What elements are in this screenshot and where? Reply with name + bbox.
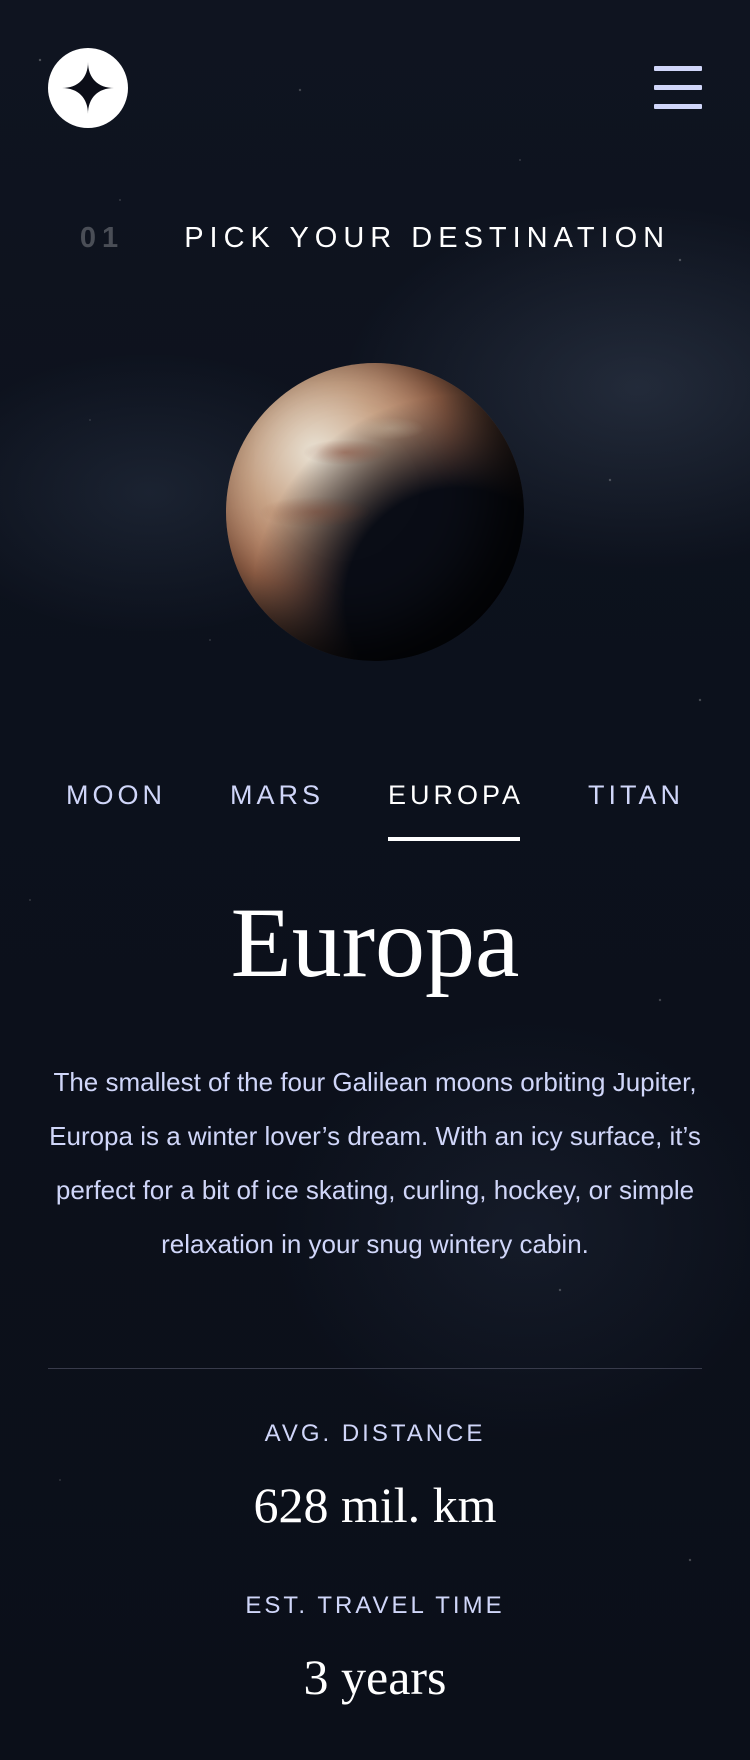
travel-time-value: 3 years [303,1649,447,1705]
tab-mars[interactable]: MARS [230,780,324,841]
destination-title: Europa [230,887,520,998]
menu-bar [654,66,702,71]
menu-bar [654,104,702,109]
hamburger-menu-icon[interactable] [654,66,702,110]
tab-moon[interactable]: MOON [66,780,166,841]
avg-distance-value: 628 mil. km [253,1477,497,1533]
section-number: 01 [79,222,125,254]
logo[interactable] [48,48,128,128]
menu-bar [654,85,702,90]
four-point-star-icon [62,62,114,114]
avg-distance-label: AVG. DISTANCE [264,1420,486,1447]
europa-image [226,363,524,661]
page-eyebrow: 01 PICK YOUR DESTINATION [0,222,750,255]
divider [48,1368,702,1369]
travel-time-label: EST. TRAVEL TIME [245,1592,505,1619]
destination-description: The smallest of the four Galilean moons … [49,1067,701,1259]
section-title: PICK YOUR DESTINATION [184,222,671,254]
tab-europa[interactable]: EUROPA [387,780,524,841]
tab-titan[interactable]: TITAN [588,780,684,841]
destination-tabs: MOON MARS EUROPA TITAN [0,780,750,841]
